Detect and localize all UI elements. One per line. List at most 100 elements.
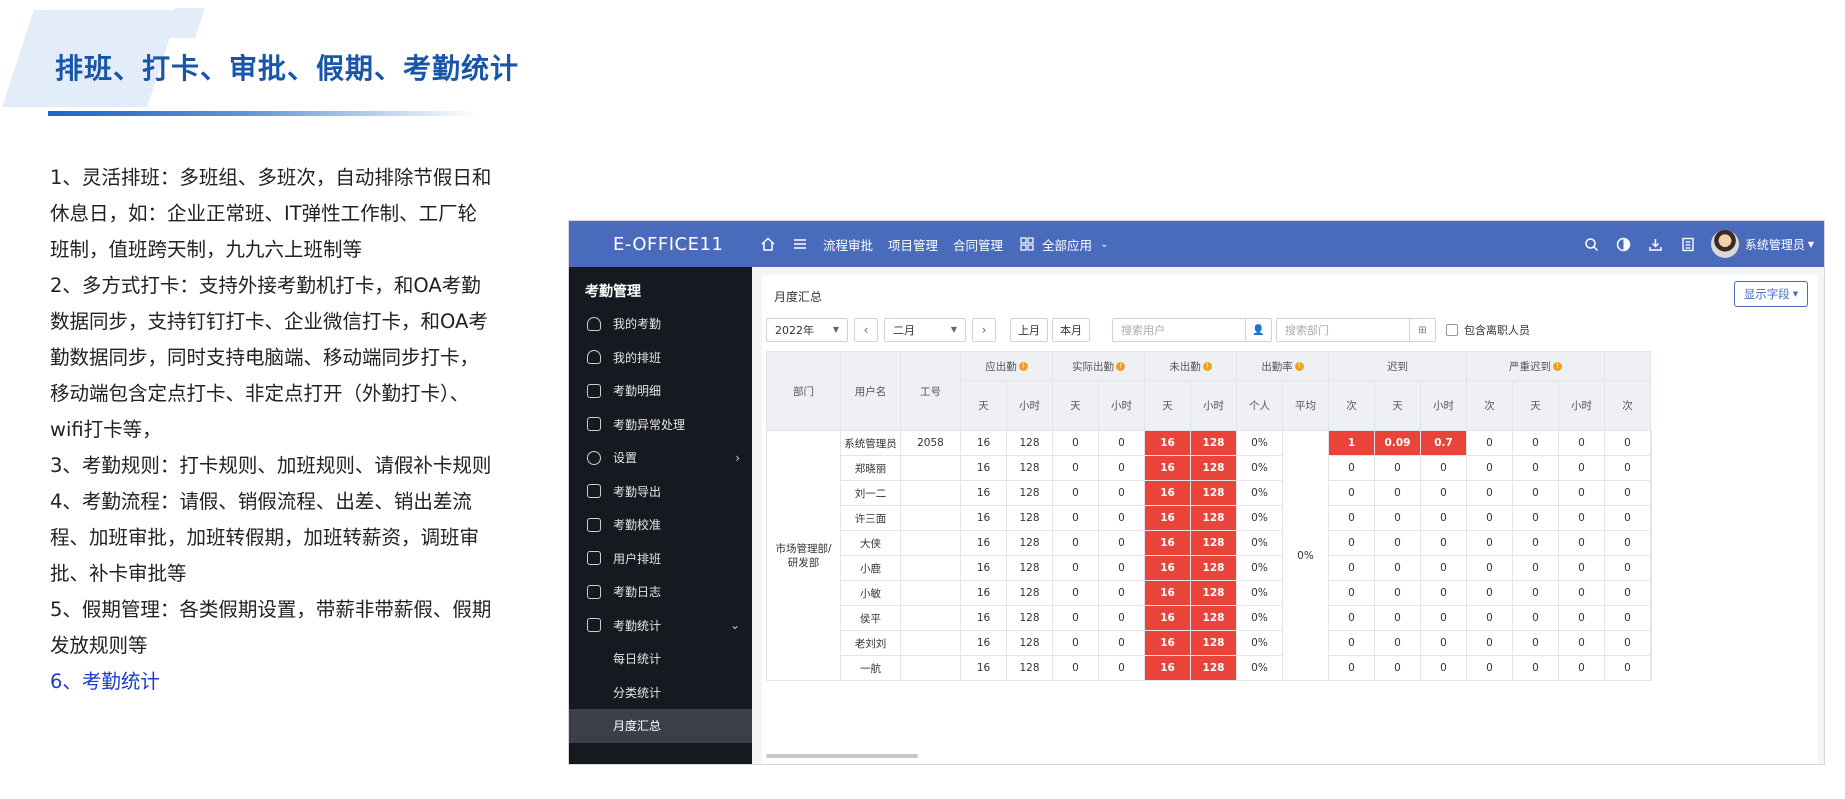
info-icon[interactable]: ! [1202, 362, 1212, 371]
feature-item: 2、多方式打卡：支持外接考勤机打卡，和OA考勤数据同步，支持钉钉打卡、企业微信打… [50, 274, 488, 441]
value-cell: 0 [1512, 455, 1559, 481]
value-cell: 0 [1328, 555, 1375, 581]
username-cell[interactable]: 刘一二 [840, 480, 901, 506]
sidebar-item-settings[interactable]: 设置 › [569, 441, 752, 475]
app-logo[interactable]: E-OFFICE11 [569, 234, 759, 255]
sidebar-item-export[interactable]: 考勤导出 [569, 475, 752, 509]
sidebar-item-log[interactable]: 考勤日志 [569, 575, 752, 609]
value-cell: 128 [1006, 530, 1053, 556]
nav-contract[interactable]: 合同管理 [953, 235, 1003, 254]
value-cell: 128 [1190, 605, 1237, 631]
prev-month-button[interactable]: ‹ [854, 318, 878, 342]
overflow-cell [1650, 530, 1652, 556]
document-icon[interactable] [1679, 235, 1697, 253]
last-month-button[interactable]: 上月 [1010, 318, 1048, 342]
value-cell: 0 [1420, 655, 1467, 681]
show-fields-button[interactable]: 显示字段 ▼ [1734, 281, 1808, 307]
username-cell[interactable]: 一航 [840, 655, 901, 681]
table-row[interactable]: 老刘刘 16 128 0 0 16 128 0% 0 0 0 0 0 0 0 [767, 630, 1652, 656]
value-cell: 0% [1236, 655, 1283, 681]
sidebar-subitem-category[interactable]: 分类统计 [569, 676, 752, 710]
home-icon[interactable] [759, 235, 777, 253]
username-cell[interactable]: 许三面 [840, 505, 901, 531]
nav-workflow[interactable]: 流程审批 [823, 235, 873, 254]
header-rate: 出勤率! [1236, 351, 1329, 381]
download-icon[interactable] [1647, 235, 1665, 253]
user-icon[interactable]: 👤 [1245, 319, 1271, 341]
table-row[interactable]: 郑晓丽 16 128 0 0 16 128 0% 0 0 0 0 0 0 0 [767, 455, 1652, 481]
menu-icon[interactable] [791, 235, 809, 253]
value-cell: 128 [1006, 605, 1053, 631]
all-apps-menu[interactable]: 全部应用 ⌄ [1018, 235, 1108, 254]
value-cell: 0 [1098, 480, 1145, 506]
table-row[interactable]: 刘一二 16 128 0 0 16 128 0% 0 0 0 0 0 0 0 [767, 480, 1652, 506]
info-icon[interactable]: ! [1294, 362, 1304, 371]
table-row[interactable]: 市场管理部/研发部 系统管理员 2058 16 128 0 0 16 128 0% 0% 1 0.09 0… [766, 430, 1652, 681]
info-icon[interactable]: ! [1116, 362, 1125, 371]
sidebar-subitem-monthly[interactable]: 月度汇总 [569, 709, 752, 743]
include-resigned-checkbox[interactable] [1446, 324, 1458, 336]
theme-icon[interactable] [1615, 235, 1633, 253]
search-icon[interactable] [1583, 235, 1601, 253]
value-cell: 0 [1374, 455, 1421, 481]
sidebar-item-user-schedule[interactable]: 用户排班 [569, 542, 752, 576]
value-cell: 0 [1098, 455, 1145, 481]
username-cell[interactable]: 小鹿 [840, 555, 901, 581]
org-tree-icon[interactable]: ⊞ [1409, 319, 1435, 341]
value-cell: 0 [1052, 655, 1099, 681]
username-cell[interactable]: 老刘刘 [840, 630, 901, 656]
search-dept-input[interactable]: 搜索部门 ⊞ [1276, 318, 1436, 342]
table-row[interactable]: 大侠 16 128 0 0 16 128 0% 0 0 0 0 0 0 0 [767, 530, 1652, 556]
username-cell[interactable]: 郑晓丽 [840, 455, 901, 481]
user-icon [587, 316, 601, 331]
nav-project[interactable]: 项目管理 [888, 235, 938, 254]
username-cell[interactable]: 大侠 [840, 530, 901, 556]
value-cell: 0 [1466, 480, 1513, 506]
info-icon[interactable]: ! [1553, 362, 1562, 371]
this-month-button[interactable]: 本月 [1052, 318, 1090, 342]
table-row[interactable]: 小鹿 16 128 0 0 16 128 0% 0 0 0 0 0 0 0 [767, 555, 1652, 581]
info-icon[interactable]: ! [1018, 362, 1028, 371]
subheader-times: 次 [1604, 380, 1651, 431]
value-cell: 16 [960, 655, 1007, 681]
caret-down-icon[interactable]: ▼ [1808, 240, 1814, 249]
sidebar-item-detail[interactable]: 考勤明细 [569, 374, 752, 408]
value-cell: 0 [1466, 530, 1513, 556]
avatar[interactable] [1710, 230, 1739, 258]
table-row[interactable]: 侯平 16 128 0 0 16 128 0% 0 0 0 0 0 0 0 [767, 605, 1652, 631]
username-cell[interactable]: 侯平 [840, 605, 901, 631]
sidebar-item-calibration[interactable]: 考勤校准 [569, 508, 752, 542]
value-cell: 16 [960, 630, 1007, 656]
username-cell[interactable]: 系统管理员 [840, 430, 901, 456]
value-cell: 128 [1006, 580, 1053, 606]
table-row[interactable]: 一航 16 128 0 0 16 128 0% 0 0 0 0 0 0 0 [767, 655, 1652, 681]
sidebar-item-statistics[interactable]: 考勤统计 ⌄ [569, 609, 752, 643]
sidebar-item-my-attendance[interactable]: 我的考勤 [569, 307, 752, 341]
user-name[interactable]: 系统管理员 [1745, 236, 1805, 253]
value-cell: 0 [1558, 530, 1605, 556]
header-more [1604, 351, 1651, 381]
chevron-right-icon: › [735, 450, 740, 465]
value-cell: 0 [1098, 630, 1145, 656]
caret-down-icon: ▼ [950, 325, 957, 334]
value-cell: 16 [960, 530, 1007, 556]
sidebar-item-exceptions[interactable]: 考勤异常处理 [569, 408, 752, 442]
sidebar-subitem-daily[interactable]: 每日统计 [569, 642, 752, 676]
table-row[interactable]: 许三面 16 128 0 0 16 128 0% 0 0 0 0 0 0 0 [767, 505, 1652, 531]
dept-cell: 市场管理部/研发部 [766, 430, 841, 681]
month-select[interactable]: 二月 ▼ [884, 318, 966, 342]
value-cell: 0 [1328, 530, 1375, 556]
value-cell: 0 [1052, 430, 1099, 456]
value-cell: 128 [1006, 455, 1053, 481]
sidebar-item-my-schedule[interactable]: 我的排班 [569, 341, 752, 375]
horizontal-scrollbar[interactable] [766, 754, 918, 758]
year-select[interactable]: 2022年 ▼ [766, 318, 848, 342]
value-cell: 16 [1144, 630, 1191, 656]
username-cell[interactable]: 小敏 [840, 580, 901, 606]
value-cell: 0 [1512, 655, 1559, 681]
next-month-button[interactable]: › [972, 318, 996, 342]
table-row[interactable]: 小敏 16 128 0 0 16 128 0% 0 0 0 0 0 0 0 [767, 580, 1652, 606]
value-cell: 0% [1236, 530, 1283, 556]
value-cell: 0 [1374, 655, 1421, 681]
search-user-input[interactable]: 搜索用户 👤 [1112, 318, 1272, 342]
